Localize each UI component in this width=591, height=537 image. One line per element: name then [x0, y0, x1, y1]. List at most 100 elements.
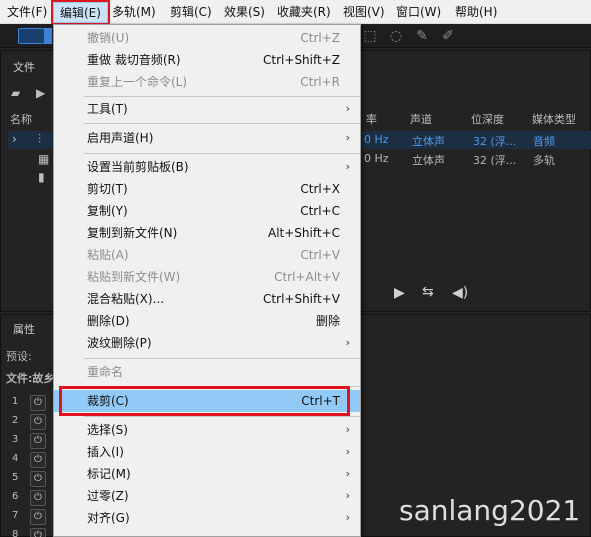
power-icon[interactable]: ⏻ — [30, 528, 46, 537]
track-number: 7 — [12, 510, 19, 521]
menu-item-ripple-delete[interactable]: 波纹删除(P) › — [54, 332, 360, 354]
menu-item-insert[interactable]: 插入(I) › — [54, 441, 360, 463]
submenu-arrow-icon: › — [345, 423, 350, 436]
menu-item-repeat[interactable]: 重复上一个命令(L) Ctrl+R — [54, 71, 360, 93]
submenu-arrow-icon: › — [345, 467, 350, 480]
brush-tool-icon[interactable]: ✎ — [414, 28, 430, 44]
track-row: 3 ⏻ — [8, 432, 48, 450]
menu-item-copy-to-new[interactable]: 复制到新文件(N) Alt+Shift+C — [54, 222, 360, 244]
submenu-arrow-icon: › — [345, 511, 350, 524]
expand-arrow-icon[interactable]: › — [12, 132, 17, 146]
track-number: 3 — [12, 434, 19, 445]
menu-edit[interactable]: 编辑(E) — [51, 0, 110, 25]
row1-channels: 立体声 — [412, 135, 445, 148]
menu-item-delete[interactable]: 删除(D) 删除 — [54, 310, 360, 332]
column-media-type[interactable]: 媒体类型 — [532, 111, 576, 127]
row1-rate: 0 Hz — [364, 133, 389, 146]
menu-item-paste-to-new[interactable]: 粘贴到新文件(W) Ctrl+Alt+V — [54, 266, 360, 288]
row2-media-type: 多轨 — [533, 154, 555, 167]
menu-item-redo[interactable]: 重做 裁切音频(R) Ctrl+Shift+Z — [54, 49, 360, 71]
menu-item-cut[interactable]: 剪切(T) Ctrl+X — [54, 178, 360, 200]
menu-bar: 文件(F) 编辑(E) 多轨(M) 剪辑(C) 效果(S) 收藏夹(R) 视图(… — [0, 0, 591, 25]
menu-multitrack[interactable]: 多轨(M) — [112, 4, 156, 21]
menu-item-snap[interactable]: 对齐(G) › — [54, 507, 360, 529]
menu-help[interactable]: 帮助(H) — [455, 4, 497, 21]
menu-item-mix-paste[interactable]: 混合粘贴(X)... Ctrl+Shift+V — [54, 288, 360, 310]
track-number: 6 — [12, 491, 19, 502]
row2-bit-depth: 32 (浮... — [473, 154, 517, 167]
crop-highlight-box — [59, 386, 350, 416]
audio-file-icon: ⫶ — [38, 132, 42, 146]
submenu-arrow-icon: › — [345, 131, 350, 144]
column-name[interactable]: 名称 — [10, 111, 32, 127]
submenu-arrow-icon: › — [345, 445, 350, 458]
power-icon[interactable]: ⏻ — [30, 452, 46, 468]
menu-item-copy[interactable]: 复制(Y) Ctrl+C — [54, 200, 360, 222]
column-channels[interactable]: 声道 — [410, 111, 432, 127]
power-icon[interactable]: ⏻ — [30, 395, 46, 411]
track-row: 4 ⏻ — [8, 451, 48, 469]
track-row: 2 ⏻ — [8, 413, 48, 431]
spot-healing-tool-icon[interactable]: ✐ — [440, 28, 456, 44]
menu-effects[interactable]: 效果(S) — [224, 4, 265, 21]
menu-separator — [84, 96, 360, 97]
menu-separator — [84, 123, 360, 124]
properties-panel-tab[interactable]: 属性 — [13, 321, 35, 337]
menu-item-zero-crossings[interactable]: 过零(Z) › — [54, 485, 360, 507]
waveform-mode-button[interactable] — [18, 28, 46, 44]
track-row: 8 ⏻ — [8, 527, 48, 537]
menu-item-select[interactable]: 选择(S) › — [54, 419, 360, 441]
menu-window[interactable]: 窗口(W) — [396, 4, 441, 21]
menu-item-paste[interactable]: 粘贴(A) Ctrl+V — [54, 244, 360, 266]
menu-view[interactable]: 视图(V) — [343, 4, 385, 21]
track-number: 8 — [12, 529, 19, 537]
menu-item-undo[interactable]: 撤销(U) Ctrl+Z — [54, 27, 360, 49]
open-folder-icon[interactable]: ▰ — [11, 86, 20, 100]
menu-clip[interactable]: 剪辑(C) — [170, 4, 212, 21]
file-label: 文件:故乡 — [6, 372, 55, 385]
menu-item-set-clipboard[interactable]: 设置当前剪贴板(B) › — [54, 156, 360, 178]
power-icon[interactable]: ⏻ — [30, 509, 46, 525]
track-number: 1 — [12, 396, 19, 407]
track-row: 7 ⏻ — [8, 508, 48, 526]
lasso-tool-icon[interactable]: ◌ — [388, 28, 404, 44]
power-icon[interactable]: ⏻ — [30, 490, 46, 506]
menu-separator — [84, 416, 360, 417]
loop-icon[interactable]: ⇆ — [422, 284, 434, 300]
row1-bit-depth: 32 (浮... — [473, 135, 517, 148]
menu-separator — [84, 358, 360, 359]
volume-icon[interactable]: ◀) — [452, 285, 468, 301]
power-icon[interactable]: ⏻ — [30, 433, 46, 449]
column-bit-depth[interactable]: 位深度 — [471, 111, 504, 127]
row2-rate: 0 Hz — [364, 152, 389, 165]
track-number: 4 — [12, 453, 19, 464]
waveform-mode-indicator — [44, 28, 52, 44]
track-number: 5 — [12, 472, 19, 483]
column-rate[interactable]: 率 — [366, 111, 377, 127]
menu-item-enable-channels[interactable]: 启用声道(H) › — [54, 127, 360, 149]
track-row: 1 ⏻ — [8, 394, 48, 412]
menu-item-tools[interactable]: 工具(T) › — [54, 98, 360, 120]
track-number: 2 — [12, 415, 19, 426]
track-row: 5 ⏻ — [8, 470, 48, 488]
play-icon[interactable]: ▶ — [394, 285, 405, 301]
power-icon[interactable]: ⏻ — [30, 414, 46, 430]
menu-separator — [84, 153, 360, 154]
menu-file[interactable]: 文件(F) — [7, 4, 47, 21]
submenu-arrow-icon: › — [345, 489, 350, 502]
menu-item-marker[interactable]: 标记(M) › — [54, 463, 360, 485]
menu-item-rename[interactable]: 重命名 — [54, 361, 360, 383]
multitrack-file-icon: ▦ — [38, 152, 50, 166]
document-file-icon: ▮ — [38, 170, 45, 184]
power-icon[interactable]: ⏻ — [30, 471, 46, 487]
row1-media-type: 音频 — [533, 135, 555, 148]
watermark: sanlang2021 — [399, 494, 581, 527]
preset-label: 预设: — [6, 350, 32, 363]
marquee-tool-icon[interactable]: ⬚ — [362, 28, 378, 44]
track-row: 6 ⏻ — [8, 489, 48, 507]
files-panel-tab[interactable]: 文件 — [13, 59, 35, 75]
edit-menu-dropdown: 撤销(U) Ctrl+Z 重做 裁切音频(R) Ctrl+Shift+Z 重复上一个… — [53, 24, 361, 537]
submenu-arrow-icon: › — [345, 336, 350, 349]
import-icon[interactable]: ▶ — [36, 86, 45, 100]
menu-favorites[interactable]: 收藏夹(R) — [277, 4, 331, 21]
